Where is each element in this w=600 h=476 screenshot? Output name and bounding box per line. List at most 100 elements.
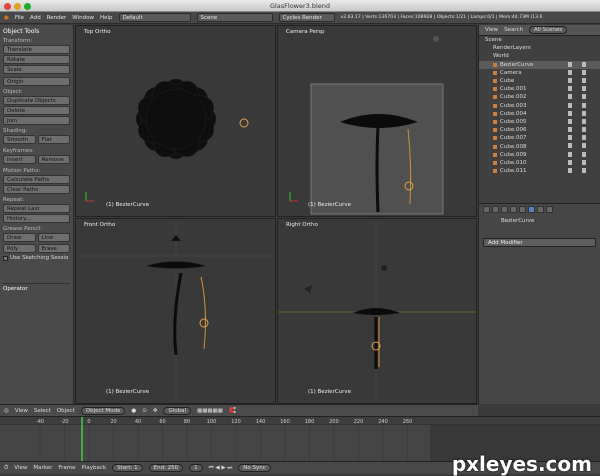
visibility-toggles[interactable] bbox=[568, 159, 586, 165]
translate-button[interactable]: Translate bbox=[3, 45, 70, 54]
outliner-item-camera[interactable]: Camera bbox=[479, 69, 600, 77]
visibility-toggles[interactable] bbox=[568, 151, 586, 157]
outliner-item-cube-011[interactable]: Cube.011 bbox=[479, 167, 600, 175]
timeline-marker-menu[interactable]: Marker bbox=[33, 465, 52, 471]
visibility-toggles[interactable] bbox=[568, 168, 586, 173]
visibility-toggles[interactable] bbox=[568, 61, 586, 67]
view-menu[interactable]: View bbox=[15, 408, 28, 414]
smooth-button[interactable]: Smooth bbox=[3, 135, 36, 144]
outliner-item-beziercurve[interactable]: BezierCurve bbox=[479, 60, 600, 69]
outliner-item-cube-007[interactable]: Cube.007 bbox=[479, 134, 600, 142]
flat-button[interactable]: Flat bbox=[37, 135, 70, 144]
menu-render[interactable]: Render bbox=[47, 15, 67, 21]
render-tab-icon[interactable] bbox=[483, 206, 490, 213]
viewport-right-ortho[interactable]: Right Ortho (1) BezierCurve bbox=[277, 218, 477, 404]
rotate-button[interactable]: Rotate bbox=[3, 55, 70, 64]
visibility-toggles[interactable] bbox=[568, 118, 586, 124]
duplicate-button[interactable]: Duplicate Objects bbox=[3, 96, 70, 105]
line-button[interactable]: Line bbox=[37, 233, 70, 242]
visibility-toggles[interactable] bbox=[568, 77, 586, 83]
visibility-toggles[interactable] bbox=[568, 69, 586, 75]
editor-type-icon[interactable]: ⏱ bbox=[4, 465, 8, 472]
insert-key-button[interactable]: Insert bbox=[3, 155, 36, 164]
minimize-window-button[interactable] bbox=[14, 2, 21, 10]
sketching-checkbox[interactable] bbox=[3, 255, 8, 261]
blender-logo-icon[interactable]: ◉ bbox=[4, 15, 9, 21]
menu-file[interactable]: File bbox=[15, 15, 24, 21]
menu-add[interactable]: Add bbox=[30, 15, 41, 21]
viewport-top-ortho[interactable]: Top Ortho (1) BezierCurve bbox=[75, 25, 276, 217]
visibility-toggles[interactable] bbox=[568, 94, 586, 100]
outliner-item-cube-010[interactable]: Cube.010 bbox=[479, 159, 600, 167]
outliner-item-scene[interactable]: Scene bbox=[479, 36, 600, 44]
scale-button[interactable]: Scale bbox=[3, 65, 70, 74]
menu-window[interactable]: Window bbox=[72, 15, 94, 21]
orientation-select[interactable]: Global bbox=[163, 406, 191, 415]
visibility-toggles[interactable] bbox=[568, 110, 586, 116]
layers-icon[interactable]: ▦▦▦▦▦ bbox=[197, 408, 223, 414]
layout-select[interactable]: Default bbox=[118, 13, 191, 22]
outliner-search-menu[interactable]: Search bbox=[504, 27, 523, 33]
object-tab-icon[interactable] bbox=[510, 206, 517, 213]
constraints-tab-icon[interactable] bbox=[519, 206, 526, 213]
outliner-view-menu[interactable]: View bbox=[485, 27, 498, 33]
world-tab-icon[interactable] bbox=[501, 206, 508, 213]
close-window-button[interactable] bbox=[4, 2, 11, 10]
manipulator-icon[interactable]: ✥ bbox=[153, 408, 158, 414]
outliner-item-cube-001[interactable]: Cube.001 bbox=[479, 85, 600, 93]
outliner-item-cube-005[interactable]: Cube.005 bbox=[479, 118, 600, 126]
shading-icon[interactable]: ● bbox=[131, 408, 136, 414]
add-modifier-button[interactable]: Add Modifier bbox=[483, 238, 596, 247]
visibility-toggles[interactable] bbox=[568, 102, 586, 108]
zoom-window-button[interactable] bbox=[24, 2, 31, 10]
clear-paths-button[interactable]: Clear Paths bbox=[3, 185, 70, 194]
viewport-camera-persp[interactable]: Camera Persp (1) BezierCurve bbox=[277, 25, 477, 217]
timeline-frame-menu[interactable]: Frame bbox=[58, 465, 75, 471]
origin-button[interactable]: Origin bbox=[3, 77, 70, 86]
scene-tab-icon[interactable] bbox=[492, 206, 499, 213]
end-frame-field[interactable]: End: 250 bbox=[148, 464, 184, 472]
pivot-icon[interactable]: ⊙ bbox=[142, 408, 147, 414]
menu-help[interactable]: Help bbox=[100, 15, 113, 21]
outliner-filter-select[interactable]: All Scenes bbox=[528, 26, 568, 34]
calculate-paths-button[interactable]: Calculate Paths bbox=[3, 175, 70, 184]
draw-button[interactable]: Draw bbox=[3, 233, 36, 242]
modifiers-tab-icon[interactable] bbox=[528, 206, 535, 213]
snap-icon[interactable]: 🧲 bbox=[229, 408, 236, 414]
poly-button[interactable]: Poly bbox=[3, 244, 36, 253]
visibility-toggles[interactable] bbox=[568, 127, 586, 133]
outliner-item-cube-004[interactable]: Cube.004 bbox=[479, 110, 600, 118]
scene-select[interactable]: Scene bbox=[196, 13, 273, 22]
repeat-last-button[interactable]: Repeat Last bbox=[3, 204, 70, 213]
mode-select[interactable]: Object Mode bbox=[80, 406, 126, 415]
operator-panel-title[interactable]: Operator bbox=[3, 283, 70, 292]
object-menu[interactable]: Object bbox=[57, 408, 75, 414]
current-frame-field[interactable]: 1 bbox=[189, 464, 203, 472]
render-engine-select[interactable]: Cycles Render bbox=[278, 13, 335, 22]
outliner-item-cube-002[interactable]: Cube.002 bbox=[479, 93, 600, 101]
history-button[interactable]: History... bbox=[3, 214, 70, 223]
timeline-view-menu[interactable]: View bbox=[14, 465, 27, 471]
outliner-item-cube-008[interactable]: Cube.008 bbox=[479, 142, 600, 150]
remove-key-button[interactable]: Remove bbox=[37, 155, 70, 164]
viewport-front-ortho[interactable]: Front Ortho (1) BezierCurve bbox=[75, 218, 276, 404]
outliner-item-cube[interactable]: Cube bbox=[479, 77, 600, 85]
data-tab-icon[interactable] bbox=[537, 206, 544, 213]
outliner-item-cube-009[interactable]: Cube.009 bbox=[479, 151, 600, 159]
join-button[interactable]: Join bbox=[3, 116, 70, 125]
outliner-item-cube-003[interactable]: Cube.003 bbox=[479, 102, 600, 110]
outliner-item-renderlayers[interactable]: RenderLayers bbox=[479, 44, 600, 52]
playback-controls-icon[interactable]: ⏮ ◀ ▶ ⏭ bbox=[209, 465, 233, 472]
timeline-playback-menu[interactable]: Playback bbox=[82, 465, 107, 471]
visibility-toggles[interactable] bbox=[568, 86, 586, 92]
select-menu[interactable]: Select bbox=[34, 408, 51, 414]
erase-button[interactable]: Erase bbox=[37, 244, 70, 253]
visibility-toggles[interactable] bbox=[568, 143, 586, 149]
visibility-toggles[interactable] bbox=[568, 135, 586, 141]
sync-select[interactable]: No Sync bbox=[238, 464, 271, 472]
outliner-item-cube-006[interactable]: Cube.006 bbox=[479, 126, 600, 134]
outliner-item-world[interactable]: World bbox=[479, 52, 600, 60]
delete-button[interactable]: Delete bbox=[3, 106, 70, 115]
material-tab-icon[interactable] bbox=[546, 206, 553, 213]
editor-type-icon[interactable]: ◎ bbox=[4, 408, 9, 414]
